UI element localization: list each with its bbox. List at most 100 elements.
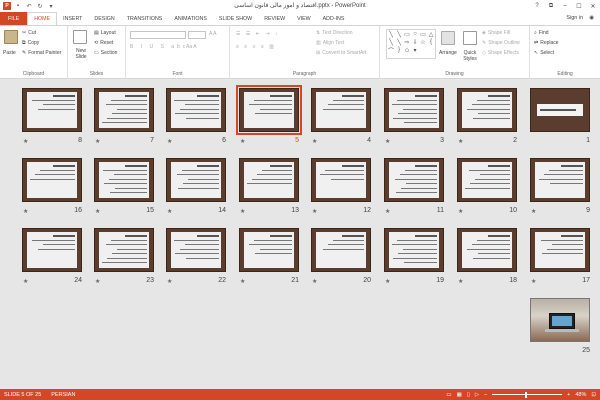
language-indicator[interactable]: PERSIAN — [51, 392, 75, 398]
oval-shape-icon[interactable]: ○ — [411, 30, 419, 38]
zoom-level[interactable]: 48% — [575, 392, 586, 398]
arrow-shape-icon[interactable]: ⇨ — [403, 38, 411, 46]
slide-thumbnail-17[interactable] — [530, 228, 590, 272]
animation-star-icon[interactable]: ★ — [95, 138, 100, 145]
slide-thumbnail-4[interactable] — [311, 88, 371, 132]
animation-star-icon[interactable]: ★ — [385, 138, 390, 145]
slideshow-view-icon[interactable]: ▷ — [475, 392, 479, 398]
tab-review[interactable]: REVIEW — [258, 12, 291, 25]
animation-star-icon[interactable]: ★ — [240, 278, 245, 285]
zoom-out-button[interactable]: – — [484, 392, 487, 398]
find-button[interactable]: ⌕ Find — [534, 30, 549, 36]
font-style-buttons[interactable]: B I U S abc — [130, 44, 188, 50]
ribbon-display-button[interactable]: ⧉ — [544, 0, 558, 12]
line-shape-icon[interactable]: ╲ — [395, 30, 403, 38]
shape-effects-button[interactable]: ◇ Shape Effects — [482, 50, 519, 56]
animation-star-icon[interactable]: ★ — [312, 208, 317, 215]
line-shape-icon[interactable]: ╲ — [387, 30, 395, 38]
animation-star-icon[interactable]: ★ — [23, 278, 28, 285]
sorter-view-icon[interactable]: ▦ — [457, 392, 462, 398]
sign-in-link[interactable]: Sign in — [566, 15, 583, 21]
slide-thumbnail-21[interactable] — [239, 228, 299, 272]
tab-view[interactable]: VIEW — [291, 12, 317, 25]
slide-thumbnail-16[interactable] — [22, 158, 82, 202]
new-slide-button[interactable]: New Slide — [71, 48, 91, 60]
font-size-box[interactable] — [188, 31, 206, 39]
animation-star-icon[interactable]: ★ — [458, 138, 463, 145]
reading-view-icon[interactable]: ▯ — [467, 392, 470, 398]
list-buttons[interactable]: ☰ ☰ ⇤ ⇥ ↕ — [236, 31, 279, 37]
animation-star-icon[interactable]: ★ — [312, 138, 317, 145]
animation-star-icon[interactable]: ★ — [458, 208, 463, 215]
tab-add-ins[interactable]: ADD-INS — [317, 12, 351, 25]
quick-styles-icon[interactable] — [463, 31, 477, 45]
convert-smartart-button[interactable]: ⊞ Convert to SmartArt — [316, 50, 366, 56]
copy-button[interactable]: ⧉ Copy — [22, 40, 39, 46]
star-shape-icon[interactable]: ☆ — [419, 38, 427, 46]
reset-button[interactable]: ⟲ Reset — [94, 40, 113, 46]
tab-transitions[interactable]: TRANSITIONS — [121, 12, 169, 25]
animation-star-icon[interactable]: ★ — [167, 278, 172, 285]
customize-qat-icon[interactable]: ▾ — [47, 2, 55, 10]
powerpoint-app-icon[interactable]: P — [3, 2, 11, 10]
animation-star-icon[interactable]: ★ — [312, 278, 317, 285]
animation-star-icon[interactable]: ★ — [385, 208, 390, 215]
section-button[interactable]: ▭ Section — [94, 50, 117, 56]
grow-font-button[interactable]: A A — [209, 31, 217, 37]
alignment-buttons[interactable]: ≡ ≡ ≡ ≡ ▥ — [236, 44, 276, 50]
text-direction-button[interactable]: ⇅ Text Direction — [316, 30, 353, 36]
save-icon[interactable]: ▪ — [14, 2, 22, 10]
animation-star-icon[interactable]: ★ — [531, 208, 536, 215]
replace-button[interactable]: ⇄ Replace — [534, 40, 559, 46]
brace-shape-icon[interactable]: } — [395, 46, 403, 54]
fit-slide-icon[interactable]: ⊡ — [591, 392, 596, 398]
font-color-button[interactable]: Aa A — [186, 44, 197, 50]
new-slide-icon[interactable] — [73, 30, 87, 44]
arrange-button[interactable]: Arrange — [439, 50, 457, 56]
slide-thumbnail-2[interactable] — [457, 88, 517, 132]
zoom-slider-thumb[interactable] — [524, 391, 527, 398]
animation-star-icon[interactable]: ★ — [23, 138, 28, 145]
layout-button[interactable]: ▤ Layout — [94, 30, 116, 36]
slide-thumbnail-7[interactable] — [94, 88, 154, 132]
slide-thumbnail-6[interactable] — [166, 88, 226, 132]
brace-shape-icon[interactable]: { — [427, 38, 435, 46]
slide-thumbnail-5[interactable] — [236, 85, 302, 135]
font-name-box[interactable] — [130, 31, 186, 39]
slide-thumbnail-9[interactable] — [530, 158, 590, 202]
slide-thumbnail-20[interactable] — [311, 228, 371, 272]
select-button[interactable]: ↖ Select — [534, 50, 554, 56]
tab-slide-show[interactable]: SLIDE SHOW — [213, 12, 258, 25]
quick-styles-button[interactable]: Quick Styles — [461, 50, 479, 62]
tab-home[interactable]: HOME — [27, 12, 58, 25]
slide-thumbnail-18[interactable] — [457, 228, 517, 272]
animation-star-icon[interactable]: ★ — [95, 208, 100, 215]
format-painter-button[interactable]: ✎ Format Painter — [22, 50, 61, 56]
animation-star-icon[interactable]: ★ — [23, 208, 28, 215]
tab-design[interactable]: DESIGN — [88, 12, 120, 25]
rectangle-shape-icon[interactable]: ▭ — [403, 30, 411, 38]
animation-star-icon[interactable]: ★ — [167, 208, 172, 215]
undo-icon[interactable]: ↶ — [25, 2, 33, 10]
slide-thumbnail-10[interactable] — [457, 158, 517, 202]
animation-star-icon[interactable]: ★ — [385, 278, 390, 285]
shape-fill-button[interactable]: ◈ Shape Fill — [482, 30, 510, 36]
arc-shape-icon[interactable]: ⌒ — [387, 46, 395, 55]
minimize-button[interactable]: – — [558, 0, 572, 12]
slide-thumbnail-12[interactable] — [311, 158, 371, 202]
shape-outline-button[interactable]: ✎ Shape Outline — [482, 40, 520, 46]
align-text-button[interactable]: ▥ Align Text — [316, 40, 344, 46]
animation-star-icon[interactable]: ★ — [240, 208, 245, 215]
paste-icon[interactable] — [4, 30, 18, 44]
close-button[interactable]: ✕ — [586, 0, 600, 12]
slide-thumbnail-24[interactable] — [22, 228, 82, 272]
slide-thumbnail-19[interactable] — [384, 228, 444, 272]
tab-file[interactable]: FILE — [0, 12, 28, 25]
star-shape-icon[interactable]: ✩ — [403, 46, 411, 54]
slide-thumbnail-11[interactable] — [384, 158, 444, 202]
triangle-shape-icon[interactable]: △ — [427, 30, 435, 38]
slide-thumbnail-3[interactable] — [384, 88, 444, 132]
animation-star-icon[interactable]: ★ — [240, 138, 245, 145]
arrange-icon[interactable] — [441, 31, 455, 45]
help-button[interactable]: ? — [530, 0, 544, 12]
